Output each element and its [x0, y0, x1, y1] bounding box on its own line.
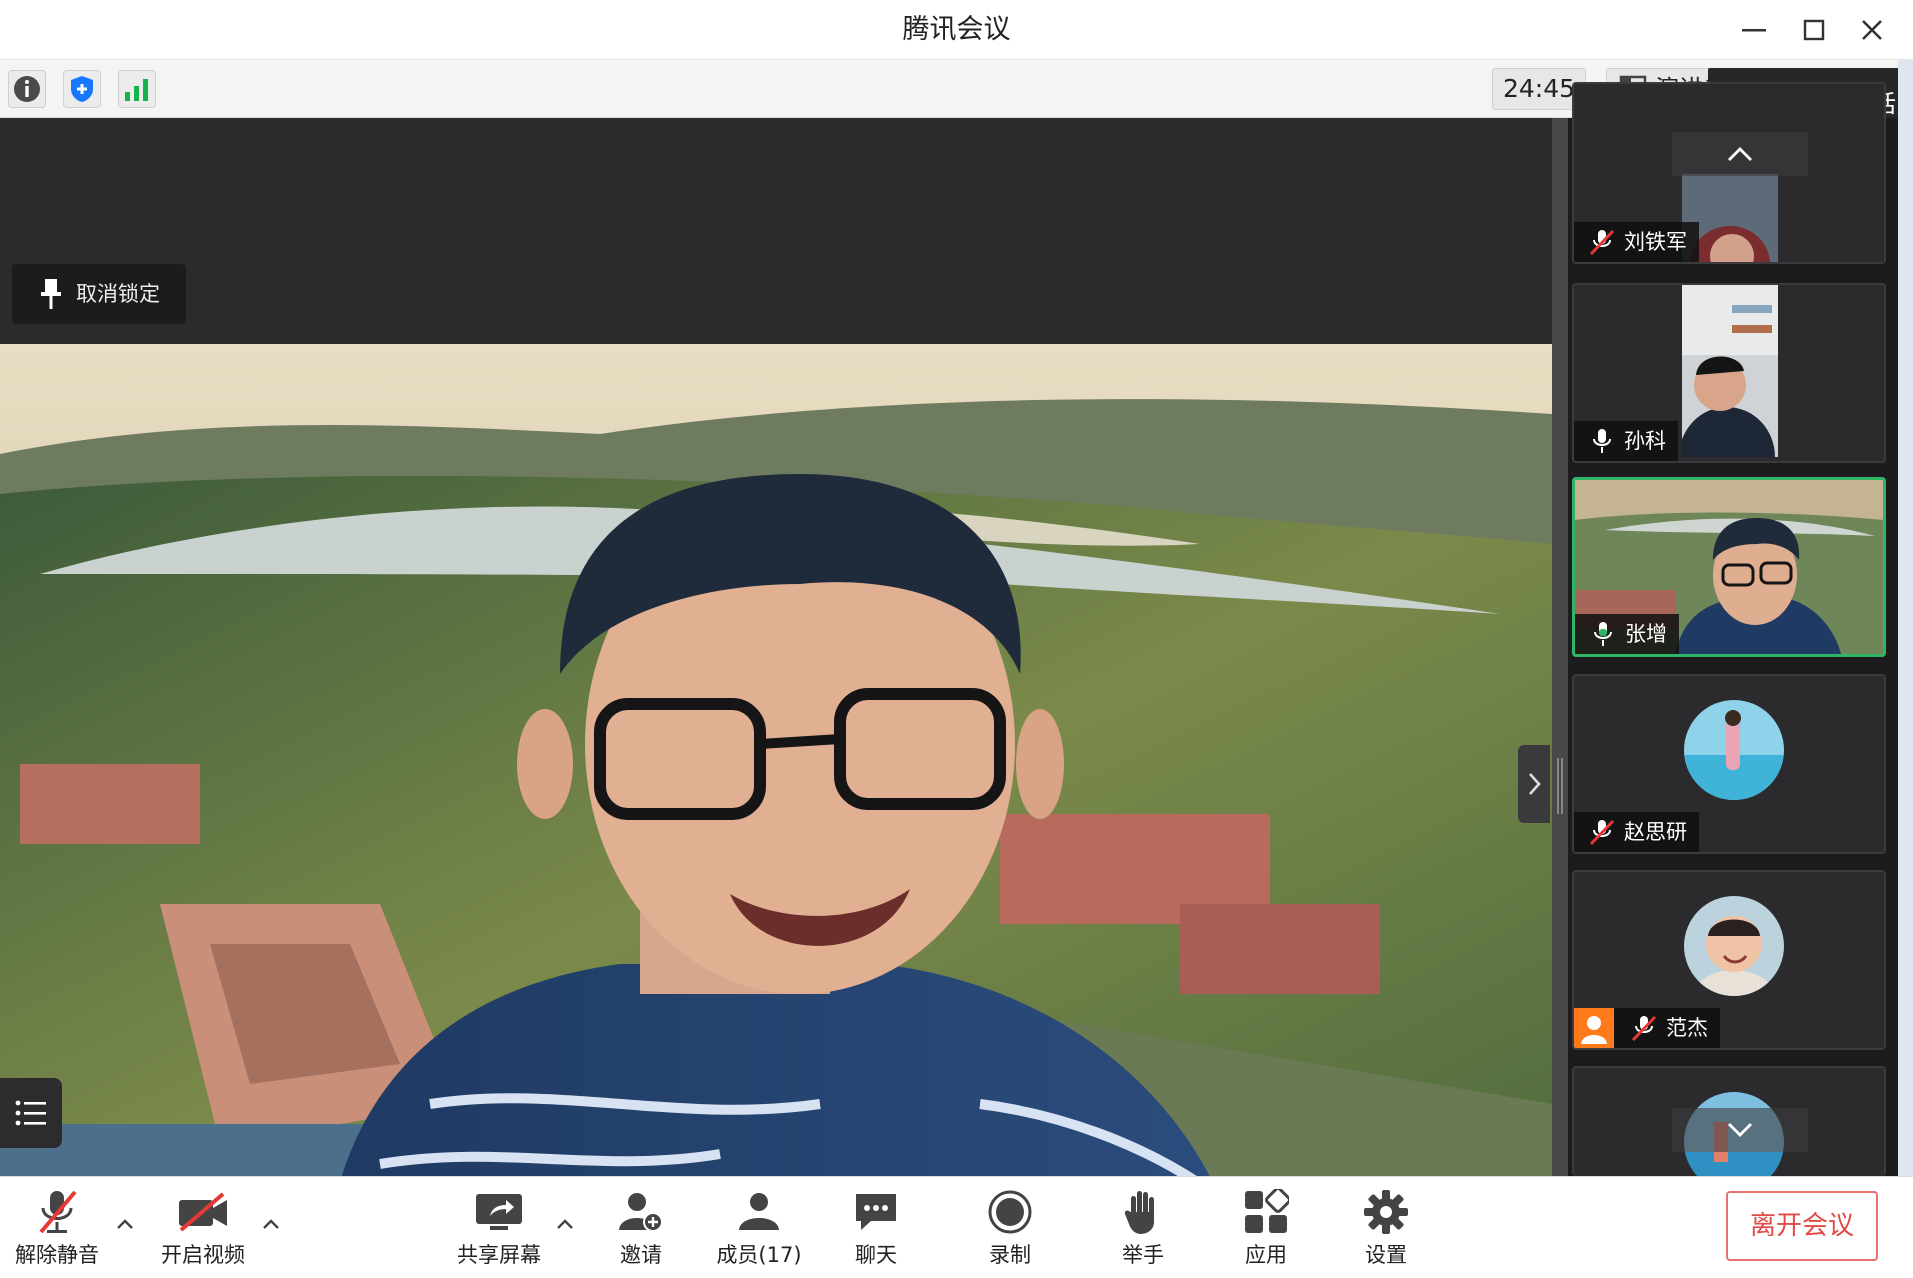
chevron-up-icon [117, 1219, 133, 1229]
maximize-button[interactable] [1790, 10, 1838, 50]
share-options-caret[interactable] [552, 1211, 578, 1237]
apps-button[interactable]: 应用 [1230, 1183, 1302, 1273]
share-screen-button[interactable]: 共享屏幕 [454, 1183, 544, 1273]
panel-resize-handle[interactable] [1552, 118, 1568, 1176]
minimize-icon [1742, 29, 1766, 32]
chevron-up-icon [557, 1219, 573, 1229]
members-icon [739, 1193, 779, 1230]
mic-muted-icon [1589, 819, 1615, 846]
record-button[interactable]: 录制 [974, 1183, 1046, 1273]
avatar [1684, 896, 1784, 996]
meeting-info-button[interactable] [8, 70, 46, 108]
collapse-sidebar-button[interactable] [1518, 745, 1550, 823]
mic-icon [1593, 429, 1611, 453]
members-button[interactable]: 成员(17) [712, 1183, 806, 1273]
participant-name-tag: 赵思研 [1574, 812, 1699, 852]
security-button[interactable] [63, 70, 101, 108]
audio-options-caret[interactable] [112, 1211, 138, 1237]
participant-name-tag: 范杰 [1574, 1008, 1720, 1048]
main-speaker-video [0, 344, 1552, 1222]
window-title: 腾讯会议 [902, 14, 1011, 45]
participant-tile[interactable]: 范杰 [1572, 870, 1886, 1050]
leave-meeting-button[interactable]: 离开会议 [1726, 1191, 1878, 1261]
raise-hand-icon [1124, 1191, 1154, 1234]
scroll-down-button[interactable] [1672, 1108, 1808, 1152]
participant-tile[interactable]: 孙科 [1572, 283, 1886, 463]
mic-muted-icon [39, 1190, 77, 1234]
bottom-control-bar: 解除静音 开启视频 共享屏幕 邀请 成员(17) 聊天 录制 举手 应用 设置 … [0, 1176, 1913, 1278]
gear-icon [1364, 1190, 1408, 1234]
info-icon [14, 76, 40, 102]
chevron-right-icon [1529, 773, 1541, 795]
chat-icon [856, 1194, 896, 1230]
participant-tile-active[interactable]: 张增 [1572, 477, 1886, 657]
chevron-up-icon [1728, 147, 1752, 161]
participant-name-tag: 张增 [1575, 614, 1679, 654]
host-badge-icon [1574, 1008, 1614, 1048]
scroll-up-button[interactable] [1672, 132, 1808, 176]
video-options-caret[interactable] [258, 1211, 284, 1237]
mic-speaking-icon [1594, 622, 1612, 646]
list-icon [15, 1100, 46, 1126]
raise-hand-button[interactable]: 举手 [1107, 1183, 1179, 1273]
unmute-button[interactable]: 解除静音 [14, 1183, 100, 1273]
share-screen-icon [476, 1194, 522, 1230]
signal-icon [125, 79, 148, 101]
participant-tile[interactable]: 赵思研 [1572, 674, 1886, 854]
close-button[interactable] [1848, 10, 1896, 50]
chat-button[interactable]: 聊天 [840, 1183, 912, 1273]
settings-button[interactable]: 设置 [1350, 1183, 1422, 1273]
participant-name-tag: 刘铁军 [1574, 222, 1699, 262]
mic-muted-icon [1589, 229, 1615, 256]
apps-icon [1245, 1189, 1289, 1233]
network-status-button[interactable] [118, 70, 156, 108]
speaker-video-frame [0, 344, 1552, 1222]
invite-button[interactable]: 邀请 [604, 1183, 678, 1273]
participant-list-toggle[interactable] [0, 1078, 62, 1148]
avatar [1684, 700, 1784, 800]
camera-off-icon [179, 1192, 227, 1232]
chevron-up-icon [263, 1219, 279, 1229]
maximize-icon [1803, 19, 1825, 41]
start-video-button[interactable]: 开启视频 [160, 1183, 246, 1273]
chevron-down-icon [1728, 1123, 1752, 1137]
unpin-label: 取消锁定 [76, 282, 160, 306]
shield-icon [71, 76, 93, 102]
unpin-button[interactable]: 取消锁定 [12, 264, 186, 324]
pin-icon [41, 279, 61, 309]
record-icon [988, 1190, 1032, 1234]
participant-name-tag: 孙科 [1574, 421, 1678, 461]
title-bar: 腾讯会议 [0, 0, 1913, 60]
participant-video-thumb [1682, 285, 1778, 457]
minimize-button[interactable] [1730, 10, 1778, 50]
add-user-icon [619, 1193, 663, 1232]
mic-muted-icon [1631, 1015, 1657, 1042]
close-icon [1862, 20, 1882, 40]
main-video-area: 取消锁定 [0, 118, 1552, 1222]
